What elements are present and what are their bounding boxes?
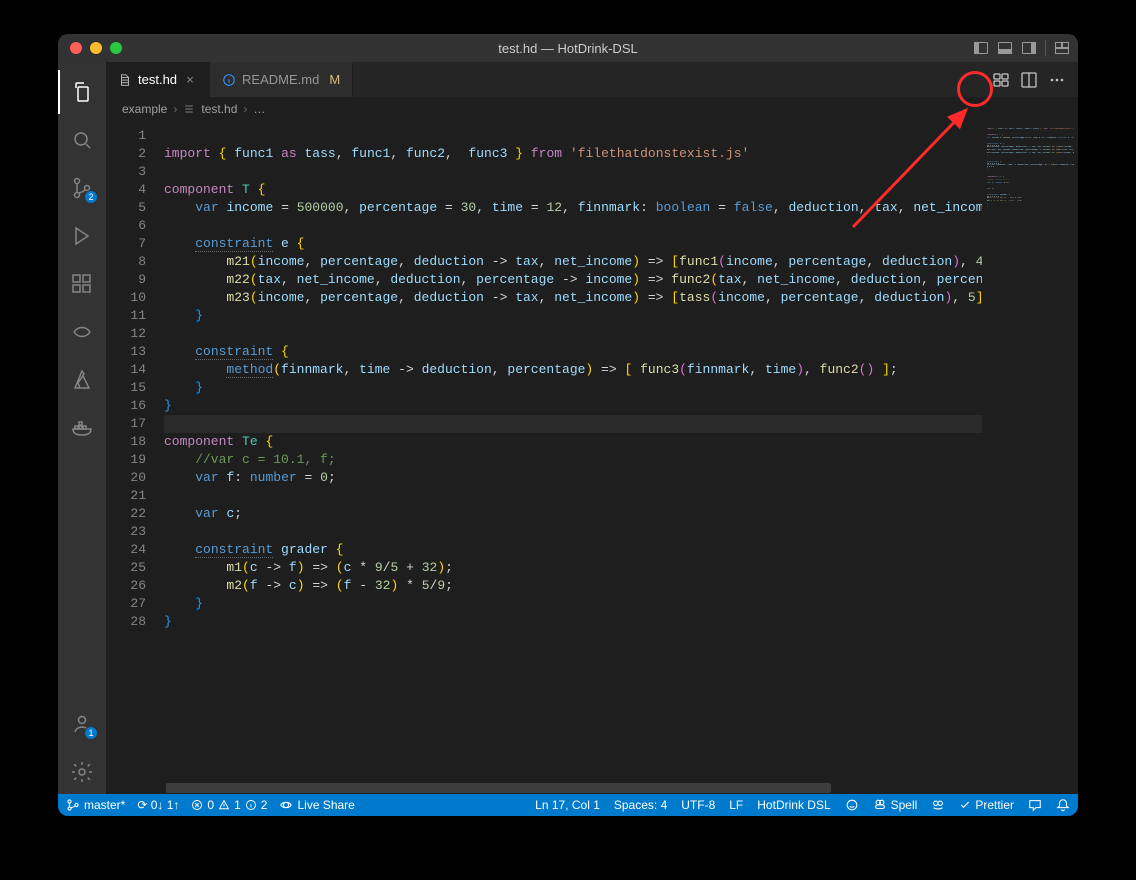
scrollbar-thumb[interactable] [166,783,831,793]
window-title: test.hd — HotDrink-DSL [58,41,1078,56]
split-editor-icon[interactable] [1020,71,1038,89]
feedback-smiley-icon[interactable] [1028,798,1042,812]
run-preview-icon[interactable] [992,71,1010,89]
breadcrumb-item[interactable]: … [253,102,265,116]
run-debug-icon[interactable] [58,214,106,258]
tab-readme[interactable]: README.md M [210,62,353,97]
azure-icon[interactable] [58,358,106,402]
minimap[interactable]: import { func1 as tass, func1, func2, fu… [982,121,1078,782]
git-branch-item[interactable]: master* [66,798,125,812]
toggle-panel-icon[interactable] [973,40,989,56]
branch-name: master* [84,798,125,812]
separator [1045,40,1046,56]
breadcrumb-item[interactable]: test.hd [201,102,237,116]
docker-icon[interactable] [58,406,106,450]
title-layout-actions [973,40,1070,56]
scm-badge: 2 [84,190,98,204]
chevron-right-icon: › [173,102,177,116]
editor-tabs: test.hd × README.md M [106,62,1078,97]
close-window-button[interactable] [70,42,82,54]
code-content[interactable]: import { func1 as tass, func1, func2, fu… [158,121,982,782]
breadcrumb-item[interactable]: example [122,102,167,116]
copilot-icon[interactable] [931,798,945,812]
status-bar: master* ⟳ 0↓ 1↑ 0 1 2 Live Share Ln 17, … [58,794,1078,816]
info-icon [222,73,236,87]
encoding-status[interactable]: UTF-8 [681,798,715,812]
indentation-status[interactable]: Spaces: 4 [614,798,667,812]
live-share-icon[interactable] [58,310,106,354]
language-mode[interactable]: HotDrink DSL [757,798,830,812]
prettier-status[interactable]: Prettier [959,798,1014,812]
activity-bar: 2 1 [58,62,106,794]
toggle-bottom-panel-icon[interactable] [997,40,1013,56]
explorer-icon[interactable] [58,70,106,114]
search-icon[interactable] [58,118,106,162]
live-share-status[interactable]: Live Share [279,798,354,812]
more-actions-icon[interactable] [1048,71,1066,89]
maximize-window-button[interactable] [110,42,122,54]
line-gutter: 1234567891011121314151617181920212223242… [106,121,158,782]
traffic-lights [58,42,122,54]
file-list-icon [183,103,195,115]
live-share-label: Live Share [297,798,354,812]
feedback-icon[interactable] [845,798,859,812]
eol-status[interactable]: LF [729,798,743,812]
editor-tab-actions [992,62,1078,97]
editor-area: test.hd × README.md M [106,62,1078,794]
titlebar: test.hd — HotDrink-DSL [58,34,1078,62]
customize-layout-icon[interactable] [1054,40,1070,56]
editor-split: 1234567891011121314151617181920212223242… [106,121,1078,782]
accounts-icon[interactable]: 1 [58,702,106,746]
modified-indicator: M [329,72,340,87]
git-sync-item[interactable]: ⟳ 0↓ 1↑ [137,798,179,812]
chevron-right-icon: › [243,102,247,116]
sync-text: ⟳ 0↓ 1↑ [137,798,179,812]
minimize-window-button[interactable] [90,42,102,54]
accounts-badge: 1 [84,726,98,740]
vscode-window: test.hd — HotDrink-DSL [58,34,1078,816]
workbench-body: 2 1 [58,62,1078,794]
problems-item[interactable]: 0 1 2 [191,798,267,812]
code-editor[interactable]: 1234567891011121314151617181920212223242… [106,121,982,782]
horizontal-scrollbar[interactable] [106,782,1078,794]
spell-status[interactable]: Spell [873,798,918,812]
file-icon [118,73,132,87]
extensions-icon[interactable] [58,262,106,306]
notifications-bell-icon[interactable] [1056,798,1070,812]
info-count: 2 [261,798,268,812]
close-tab-icon[interactable]: × [183,72,197,87]
tab-label: README.md [242,72,319,87]
breadcrumb[interactable]: example › test.hd › … [106,97,1078,121]
tab-label: test.hd [138,72,177,87]
source-control-icon[interactable]: 2 [58,166,106,210]
tab-test-hd[interactable]: test.hd × [106,62,210,97]
cursor-position[interactable]: Ln 17, Col 1 [535,798,600,812]
toggle-right-panel-icon[interactable] [1021,40,1037,56]
warnings-count: 1 [234,798,241,812]
settings-gear-icon[interactable] [58,750,106,794]
errors-count: 0 [207,798,214,812]
